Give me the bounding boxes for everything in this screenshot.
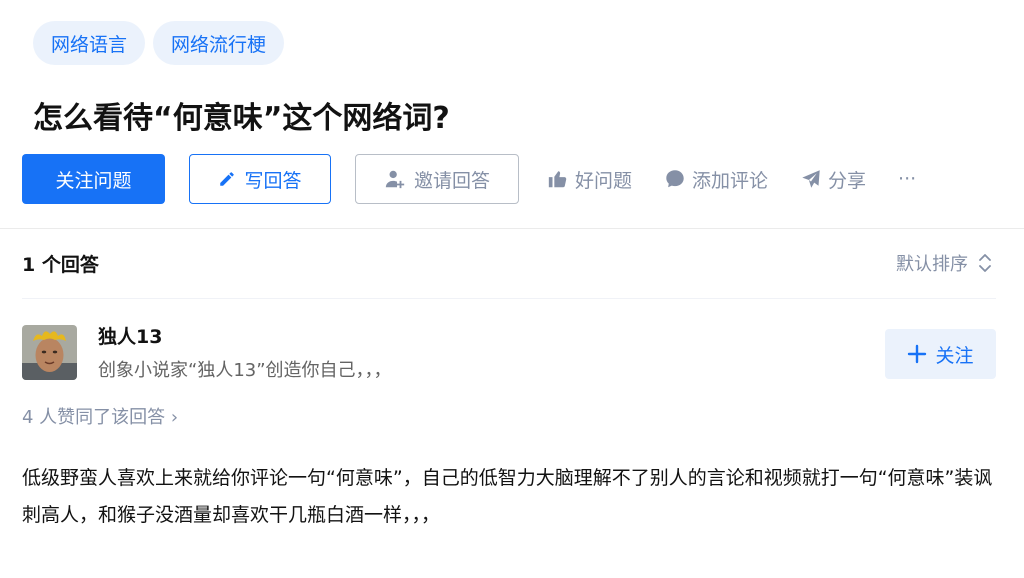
sort-label: 默认排序 (896, 254, 968, 275)
sort-chevron-icon (979, 254, 991, 272)
write-answer-button[interactable]: 写回答 (189, 154, 331, 204)
invite-answer-button[interactable]: 邀请回答 (355, 154, 519, 204)
section-divider (0, 228, 1024, 229)
share-label: 分享 (828, 169, 867, 192)
topic-tag-internet-meme[interactable]: 网络流行梗 (153, 21, 285, 65)
answer-list-divider (22, 298, 996, 299)
good-question-action[interactable]: 好问题 (547, 166, 632, 193)
question-actions: 关注问题 写回答 邀请回答 好问题 添加评论 分享 ··· (22, 154, 916, 204)
pencil-icon (220, 172, 235, 186)
plus-icon (908, 344, 927, 364)
share-icon (802, 170, 820, 188)
follow-author-button[interactable]: 关注 (885, 329, 996, 379)
answer-count: 1 个回答 (22, 254, 99, 276)
avatar[interactable] (22, 325, 77, 380)
add-comment-label: 添加评论 (692, 169, 769, 192)
add-comment-action[interactable]: 添加评论 (664, 166, 768, 193)
question-title: 怎么看待“何意味”这个网络词? (33, 101, 450, 136)
good-question-label: 好问题 (575, 169, 633, 192)
share-action[interactable]: 分享 (800, 166, 866, 193)
follow-author-label: 关注 (935, 344, 974, 367)
more-options-button[interactable]: ··· (898, 168, 916, 190)
comment-icon (666, 170, 684, 188)
write-answer-label: 写回答 (244, 169, 302, 192)
invite-user-icon (385, 170, 405, 189)
author-name[interactable]: 独人13 (98, 322, 162, 349)
follow-question-button[interactable]: 关注问题 (22, 154, 165, 204)
topic-tag-internet-language[interactable]: 网络语言 (33, 21, 146, 65)
author-bio: 创象小说家“独人13”创造你自己，，， (98, 360, 392, 381)
thumbs-up-icon (548, 171, 567, 188)
invite-answer-label: 邀请回答 (413, 169, 490, 192)
avatar-image (22, 325, 77, 380)
sort-dropdown[interactable]: 默认排序 (896, 250, 992, 276)
answer-content: 低级野蛮人喜欢上来就给你评论一句“何意味”，自己的低智力大脑理解不了别人的言论和… (22, 467, 993, 526)
topic-tags: 网络语言 网络流行梗 (33, 21, 285, 65)
vote-count-link[interactable]: 4 人赞同了该回答 › (22, 403, 178, 429)
